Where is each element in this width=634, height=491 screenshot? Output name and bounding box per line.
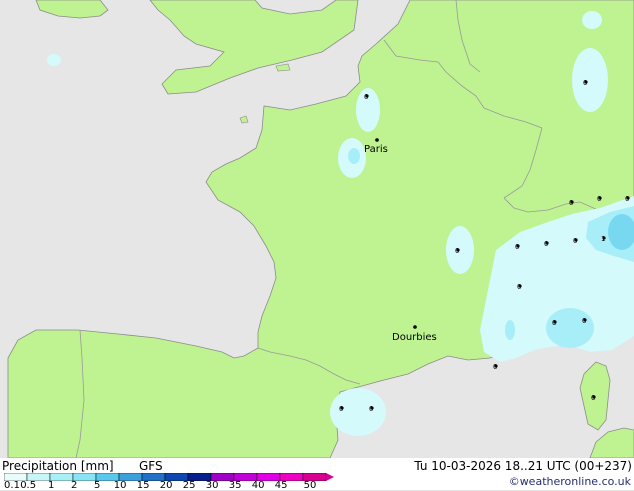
legend-arrow — [326, 473, 334, 481]
credit-link[interactable]: ©weatheronline.co.uk — [509, 475, 631, 489]
station-marker: 0 — [625, 195, 630, 203]
station-marker: 0 — [569, 199, 574, 207]
station-marker: 0 — [597, 195, 602, 203]
svg-text:0: 0 — [597, 195, 601, 203]
svg-text:0: 0 — [573, 237, 577, 245]
station-marker: 0 — [544, 240, 549, 248]
station-marker: 0 — [364, 93, 369, 101]
city-label-dourbies: Dourbies — [392, 332, 437, 343]
svg-text:0: 0 — [493, 363, 497, 371]
station-marker: 0 — [339, 405, 344, 413]
svg-text:0: 0 — [583, 79, 587, 87]
precipitation-map: 0 0 0 0 0 0 0 0 0 1 0 0 0 0 0 0 0 Paris … — [0, 0, 634, 458]
station-marker: 0 — [369, 405, 374, 413]
city-marker — [375, 138, 379, 142]
svg-text:0: 0 — [517, 283, 521, 291]
map-title: Precipitation [mm] — [2, 459, 114, 473]
svg-text:0: 0 — [625, 195, 629, 203]
svg-text:0: 0 — [369, 405, 373, 413]
city-label-paris: Paris — [364, 144, 388, 155]
svg-text:0: 0 — [515, 243, 519, 251]
station-marker: 0 — [455, 247, 460, 255]
precip-paris-core — [348, 148, 360, 164]
station-marker: 0 — [591, 394, 596, 402]
precip-central-france — [446, 226, 474, 274]
precip-germany — [572, 48, 608, 112]
svg-text:0: 0 — [339, 405, 343, 413]
station-marker: 1 — [601, 235, 606, 243]
svg-text:0: 0 — [544, 240, 548, 248]
station-marker: 0 — [573, 237, 578, 245]
svg-text:1: 1 — [601, 235, 605, 243]
svg-text:0: 0 — [591, 394, 595, 402]
precip-rhone-medium — [505, 320, 515, 340]
station-marker: 0 — [552, 319, 557, 327]
svg-text:0: 0 — [582, 317, 586, 325]
svg-text:0: 0 — [455, 247, 459, 255]
station-marker: 0 — [515, 243, 520, 251]
city-marker — [413, 325, 417, 329]
precip-atlantic — [47, 54, 61, 66]
station-marker: 0 — [517, 283, 522, 291]
valid-time: Tu 10-03-2026 18..21 UTC (00+237) — [414, 459, 632, 473]
station-marker: 0 — [583, 79, 588, 87]
svg-text:0: 0 — [364, 93, 368, 101]
map-viewer: 0 0 0 0 0 0 0 0 0 1 0 0 0 0 0 0 0 Paris … — [0, 0, 634, 491]
station-marker: 0 — [582, 317, 587, 325]
svg-text:0: 0 — [552, 319, 556, 327]
precip-riviera — [546, 308, 594, 348]
precip-north-sea — [582, 11, 602, 29]
svg-text:0: 0 — [569, 199, 573, 207]
station-marker: 0 — [493, 363, 498, 371]
model-name: GFS — [139, 459, 163, 473]
